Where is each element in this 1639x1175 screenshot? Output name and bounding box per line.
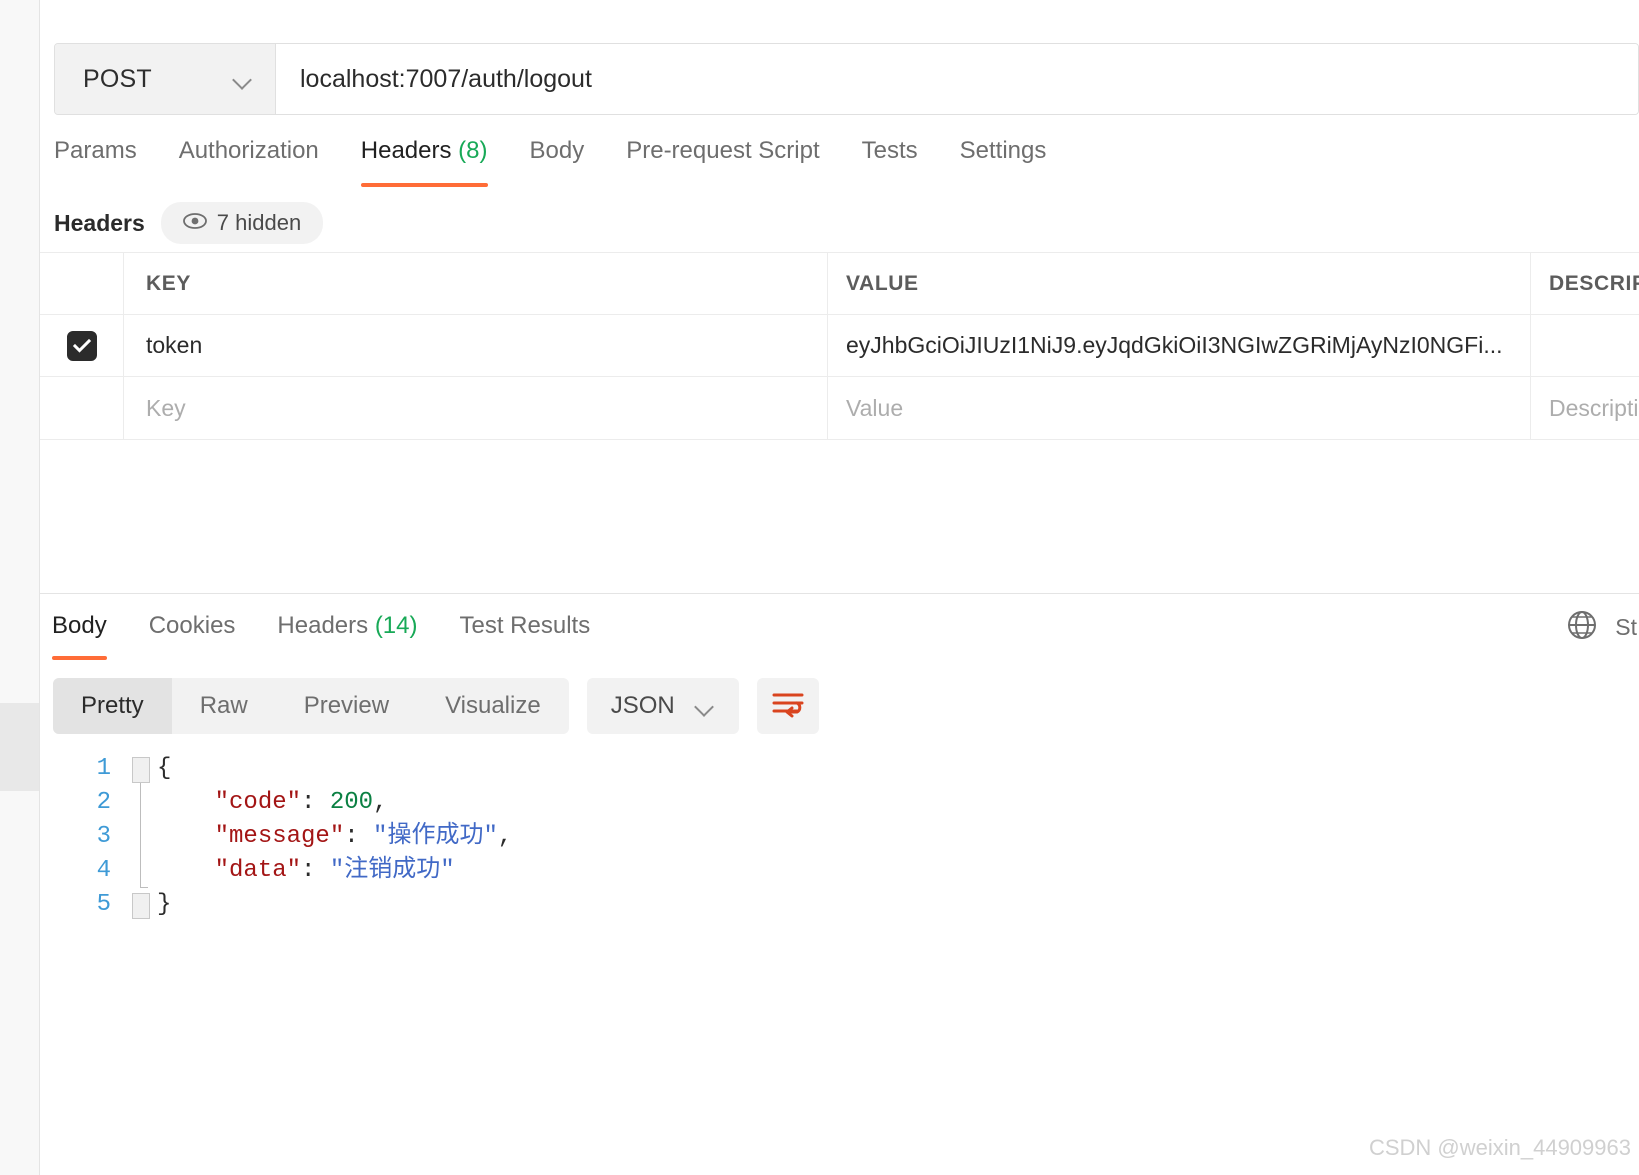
row-key-cell[interactable]: token: [124, 315, 828, 376]
headers-count: (8): [458, 137, 487, 164]
code-line: {: [157, 752, 1633, 786]
request-tabs: Params Authorization Headers (8) Body Pr…: [54, 133, 1639, 193]
code-line: "code": 200,: [157, 786, 1633, 820]
hidden-headers-count: 7 hidden: [217, 210, 301, 236]
line-number: 4: [53, 854, 111, 888]
table-row-new: Key Value Description: [40, 377, 1639, 439]
http-method-selector[interactable]: POST: [55, 44, 276, 114]
http-method-label: POST: [83, 65, 152, 94]
code-line: "data": "注销成功": [157, 854, 1633, 888]
status-label: St: [1615, 614, 1637, 641]
tab-pre-request-script[interactable]: Pre-request Script: [626, 133, 819, 187]
headers-table: KEY VALUE DESCRIPTION: [40, 252, 1639, 440]
url-bar: POST: [54, 43, 1639, 115]
json-code-content[interactable]: { "code": 200, "message": "操作成功", "data"…: [157, 752, 1633, 1082]
code-line: "message": "操作成功",: [157, 820, 1633, 854]
new-row-value-placeholder: Value: [846, 395, 903, 422]
eye-icon: [183, 213, 207, 234]
fold-guide-line: [140, 783, 141, 888]
row-value-cell[interactable]: eyJhbGciOiJIUzI1NiJ9.eyJqdGkiOiI3NGIwZGR…: [828, 315, 1531, 376]
new-row-description-cell[interactable]: Description: [1531, 377, 1639, 439]
line-number: 3: [53, 820, 111, 854]
chevron-down-icon: [233, 73, 253, 85]
chevron-down-icon: [695, 700, 715, 712]
tab-tests[interactable]: Tests: [862, 133, 918, 187]
new-row-key-cell[interactable]: Key: [124, 377, 828, 439]
code-line: }: [157, 888, 1633, 922]
new-row-checkbox-cell: [40, 377, 124, 439]
new-row-value-cell[interactable]: Value: [828, 377, 1531, 439]
headers-label: Headers: [54, 210, 145, 237]
response-divider[interactable]: [40, 593, 1639, 594]
fold-toggle-close[interactable]: [132, 893, 150, 919]
response-tabs: Body Cookies Headers (14) Test Results: [52, 608, 632, 660]
view-mode-segmented-control: Pretty Raw Preview Visualize: [53, 678, 569, 734]
tab-settings[interactable]: Settings: [960, 133, 1047, 187]
new-row-key-placeholder: Key: [146, 395, 186, 422]
view-mode-raw[interactable]: Raw: [172, 678, 276, 734]
response-headers-count: (14): [375, 612, 418, 639]
line-number: 2: [53, 786, 111, 820]
response-tab-headers[interactable]: Headers (14): [277, 608, 417, 660]
hidden-headers-toggle[interactable]: 7 hidden: [161, 202, 323, 244]
view-mode-preview[interactable]: Preview: [276, 678, 417, 734]
view-mode-visualize[interactable]: Visualize: [417, 678, 569, 734]
left-sidebar-rail: [0, 0, 40, 1175]
row-value-text: eyJhbGciOiJIUzI1NiJ9.eyJqdGkiOiI3NGIwZGR…: [846, 332, 1503, 359]
watermark-text: CSDN @weixin_44909963: [1369, 1135, 1631, 1161]
table-row: token eyJhbGciOiJIUzI1NiJ9.eyJqdGkiOiI3N…: [40, 315, 1639, 377]
row-checkbox[interactable]: [67, 331, 97, 361]
response-body-viewer: 12345 { "code": 200, "message": "操作成功", …: [53, 752, 1633, 1082]
request-response-pane: POST Params Authorization Headers (8) Bo…: [40, 0, 1639, 1175]
tab-authorization[interactable]: Authorization: [179, 133, 319, 187]
view-mode-pretty[interactable]: Pretty: [53, 678, 172, 734]
wrap-lines-icon: [771, 690, 805, 723]
url-input[interactable]: [276, 44, 1638, 114]
line-number: 1: [53, 752, 111, 786]
line-number: 5: [53, 888, 111, 922]
sidebar-selected-block[interactable]: [0, 703, 39, 791]
tab-headers[interactable]: Headers (8): [361, 133, 488, 187]
response-status-area: St: [1565, 608, 1639, 647]
table-header-row: KEY VALUE DESCRIPTION: [40, 253, 1639, 315]
row-description-cell[interactable]: [1531, 315, 1639, 376]
header-cell-checkbox: [40, 253, 124, 314]
new-row-description-placeholder: Description: [1549, 395, 1639, 422]
body-view-toolbar: Pretty Raw Preview Visualize JSON: [53, 678, 819, 734]
response-tab-test-results[interactable]: Test Results: [460, 608, 591, 660]
response-tab-cookies[interactable]: Cookies: [149, 608, 236, 660]
response-format-label: JSON: [611, 692, 675, 720]
wrap-lines-button[interactable]: [757, 678, 819, 734]
response-tab-body[interactable]: Body: [52, 608, 107, 660]
row-key-value: token: [146, 332, 202, 359]
row-checkbox-cell: [40, 315, 124, 376]
line-number-gutter: 12345: [53, 752, 129, 1082]
headers-subheader: Headers 7 hidden: [54, 202, 323, 244]
header-cell-value: VALUE: [828, 253, 1531, 314]
postman-window: POST Params Authorization Headers (8) Bo…: [0, 0, 1639, 1175]
tab-params[interactable]: Params: [54, 133, 137, 187]
header-cell-description: DESCRIPTION: [1531, 253, 1639, 314]
response-format-select[interactable]: JSON: [587, 678, 739, 734]
globe-icon[interactable]: [1565, 608, 1599, 647]
header-cell-key: KEY: [124, 253, 828, 314]
fold-toggle-open[interactable]: [132, 757, 150, 783]
tab-body[interactable]: Body: [530, 133, 585, 187]
code-fold-column: [129, 752, 157, 1082]
